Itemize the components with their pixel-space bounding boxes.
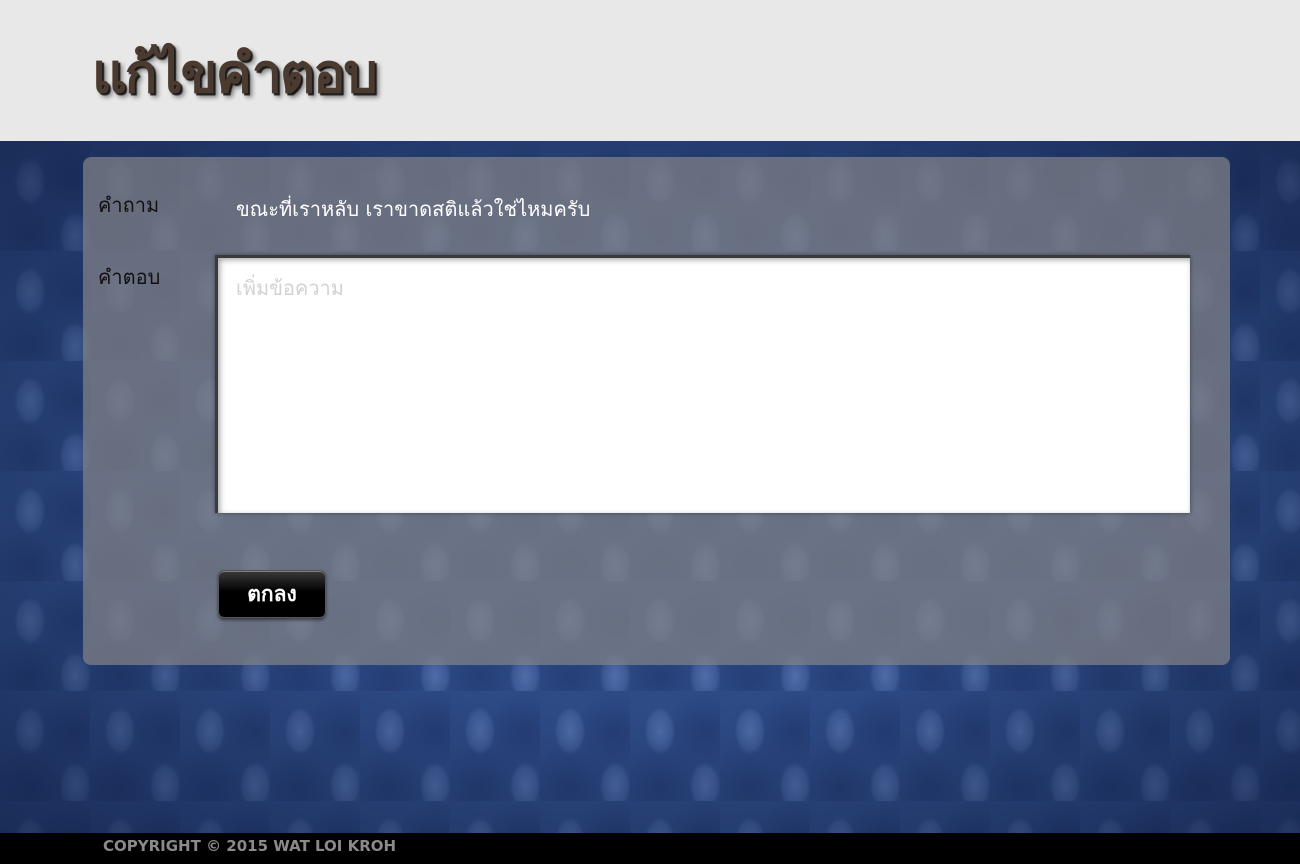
main-content: คำถาม ขณะที่เราหลับ เราขาดสติแล้วใช่ไหมค… (0, 141, 1300, 833)
copyright-text: COPYRIGHT © 2015 WAT LOI KROH (103, 837, 397, 855)
submit-button[interactable]: ตกลง (218, 570, 326, 618)
page-footer: COPYRIGHT © 2015 WAT LOI KROH (0, 833, 1300, 864)
answer-label: คำตอบ (98, 265, 161, 289)
question-label: คำถาม (98, 193, 160, 217)
page-header: แก้ไขคำตอบ (0, 0, 1300, 141)
answer-textarea[interactable] (215, 255, 1190, 513)
page-title: แก้ไขคำตอบ (92, 42, 378, 105)
edit-answer-form: คำถาม ขณะที่เราหลับ เราขาดสติแล้วใช่ไหมค… (83, 157, 1230, 665)
question-text: ขณะที่เราหลับ เราขาดสติแล้วใช่ไหมครับ (236, 197, 591, 221)
